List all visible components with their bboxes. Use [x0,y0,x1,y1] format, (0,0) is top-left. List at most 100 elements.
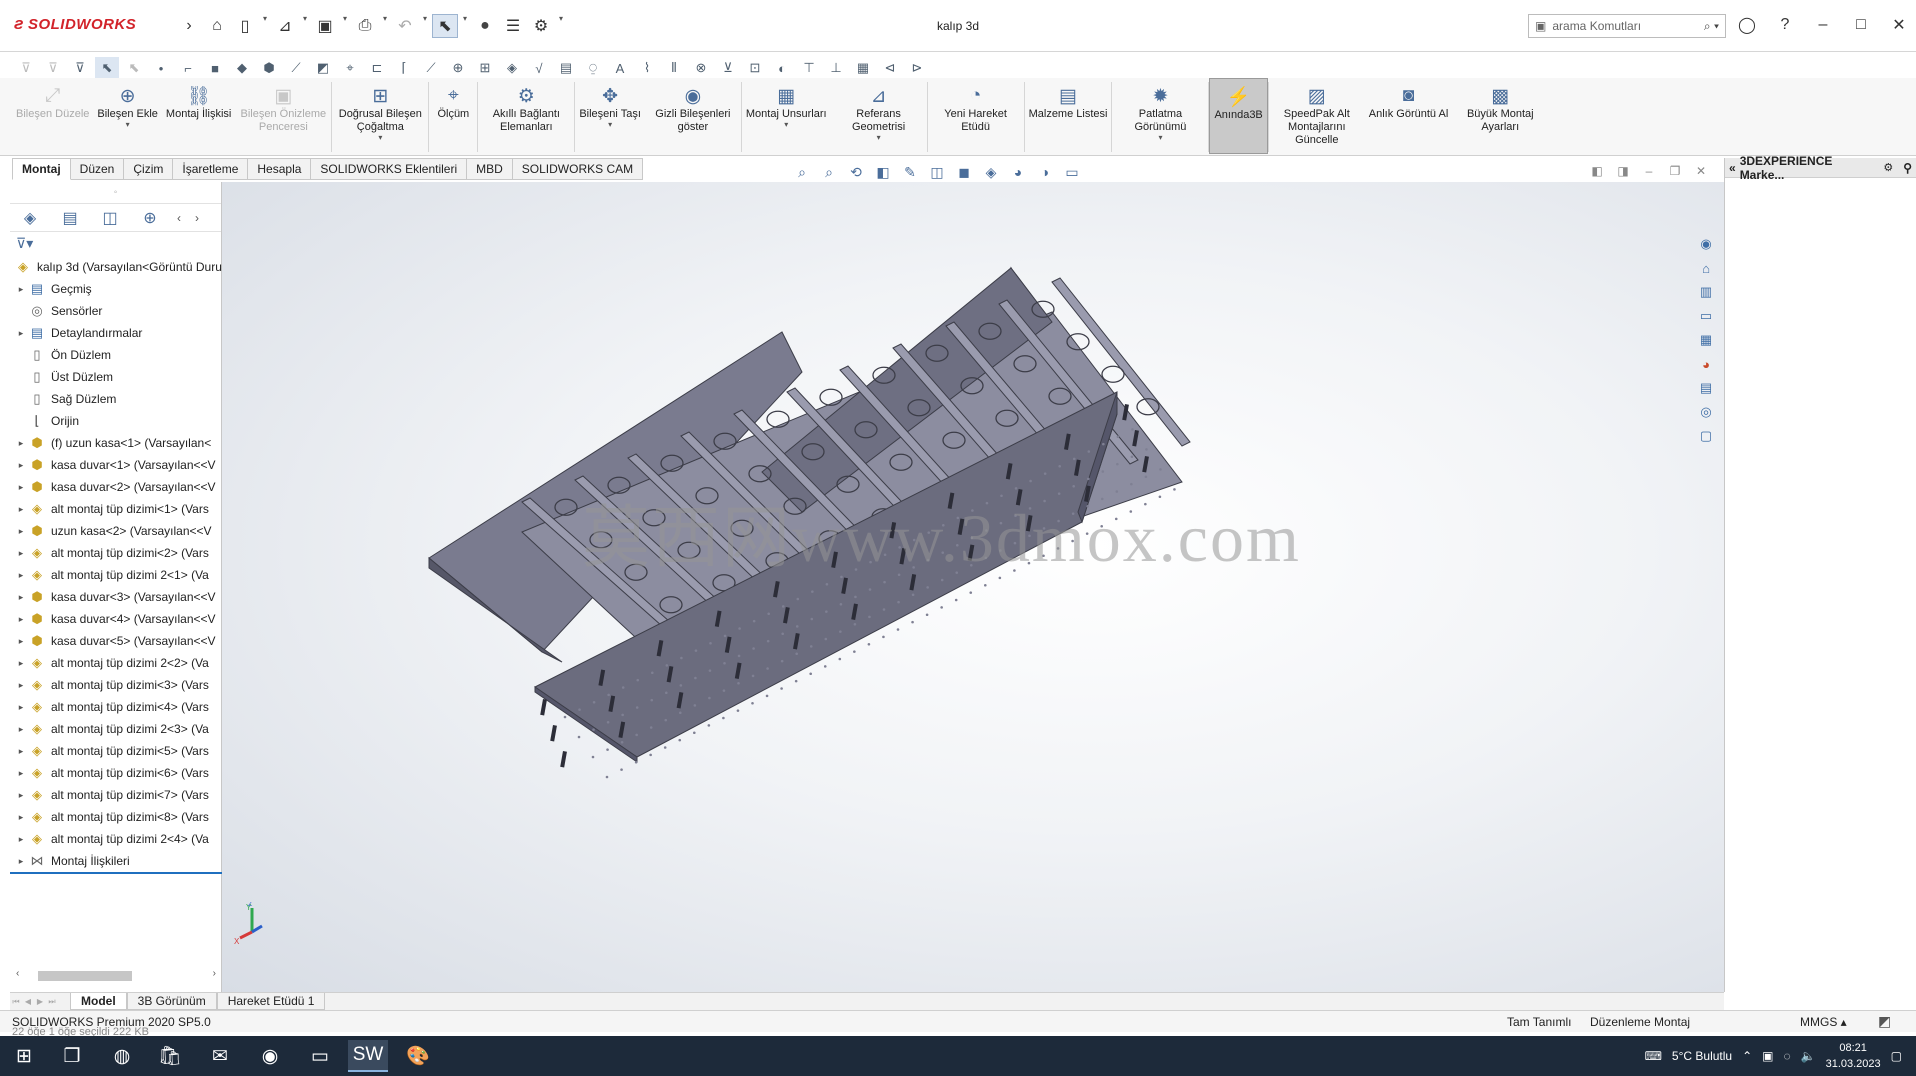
dynamic-annotation-icon[interactable]: ✎ [898,162,922,182]
expand-arrow-icon[interactable]: ▸ [14,570,28,581]
windows-start-icon[interactable]: ⊞ [4,1040,44,1072]
tree-item[interactable]: ▸ ⬢ uzun kasa<2> (Varsayılan<<V [10,520,222,542]
dimension-filter-icon[interactable]: ⊞ [473,57,497,79]
tree-item[interactable]: ▸ ▤ Geçmiş [10,278,222,300]
chevron-down-icon[interactable]: ▾ [1158,134,1162,142]
graphics-area[interactable]: 莫西网www.3dmox.com Y X Z [222,182,1724,992]
tree-item[interactable]: ▸ ◈ alt montaj tüp dizimi<7> (Vars [10,784,222,806]
datum-filter-icon[interactable]: A [608,57,632,79]
zoom-to-area-icon[interactable]: ⌕ [817,162,841,182]
tree-item[interactable]: ⌊ Orijin [10,410,222,432]
clear-filters-icon[interactable]: ⊳ [905,57,929,79]
search-commands[interactable]: ▣ arama Komutları ⌕ ▾ [1528,14,1726,38]
status-icon[interactable]: ◩ [1878,1013,1891,1030]
scrollbar-thumb[interactable] [38,971,132,981]
cmd-anında3b[interactable]: ⚡ Anında3B [1209,78,1268,154]
tree-item[interactable]: ▸ ⬢ kasa duvar<3> (Varsayılan<<V [10,586,222,608]
plane-filter-icon[interactable]: ◩ [311,57,335,79]
expand-arrow-icon[interactable]: ▸ [14,592,28,603]
tree-item[interactable]: ▸ ◈ alt montaj tüp dizimi 2<3> (Va [10,718,222,740]
block-filter-icon[interactable]: ⊥ [824,57,848,79]
tree-item[interactable]: ▸ ⬢ kasa duvar<5> (Varsayılan<<V [10,630,222,652]
help-icon[interactable]: ? [1768,10,1802,40]
meet-now-icon[interactable]: ▣ [1762,1049,1773,1063]
property-manager-tab-icon[interactable]: ▤ [50,205,90,231]
surface-filter-icon[interactable]: ◆ [230,57,254,79]
tree-item[interactable]: ▸ ◈ alt montaj tüp dizimi<6> (Vars [10,762,222,784]
expand-arrow-icon[interactable]: ▸ [14,636,28,647]
surface-finish-filter-icon[interactable]: ◈ [500,57,524,79]
expand-arrow-icon[interactable]: ▸ [14,482,28,493]
cosmetic-thread-filter-icon[interactable]: ⌇ [635,57,659,79]
tree-item[interactable]: ▸ ▤ Detaylandırmalar [10,322,222,344]
chrome-icon[interactable]: ◉ [250,1040,290,1072]
sketch-segment-filter-icon[interactable]: ⊏ [365,57,389,79]
face-filter-icon[interactable]: ■ [203,57,227,79]
close-button[interactable]: ✕ [1882,10,1916,40]
tab-1[interactable]: Düzen [70,158,125,180]
chevron-down-icon[interactable]: ▾ [877,134,881,142]
gear-icon[interactable]: ⚙ [1883,161,1893,174]
last-tab-icon[interactable]: ⏭ [46,997,58,1007]
next-tab-icon[interactable]: ▶ [34,997,46,1006]
mesh-filter-icon[interactable]: ◐ [770,57,794,79]
spot-weld-filter-icon[interactable]: ⊡ [743,57,767,79]
expand-arrow-icon[interactable]: ▸ [14,548,28,559]
cmd-patlatma-görünümü[interactable]: ✹ Patlatma Görünümü ▾ [1112,78,1208,154]
cmd-malzeme-listesi[interactable]: ▤ Malzeme Listesi [1025,78,1112,154]
filter-icon[interactable]: ⊽ [14,57,38,79]
file-explorer-icon[interactable]: ▭ [300,1040,340,1072]
cmd-gizli-bileşenleri-göster[interactable]: ◉ Gizli Bileşenleri göster [645,78,741,154]
expand-arrow-icon[interactable]: ▸ [14,768,28,779]
viewport-close-button[interactable]: ✕ [1692,162,1710,180]
axis-filter-icon[interactable]: ⟋ [284,57,308,79]
design-library-icon[interactable]: ▥ [1694,282,1718,302]
previous-tab-icon[interactable]: ◀ [22,997,34,1006]
hole-filter-icon[interactable]: ⊤ [797,57,821,79]
chevron-down-icon[interactable]: ▾ [608,121,612,129]
maximize-button[interactable]: □ [1844,10,1878,40]
select-other-icon[interactable]: ⬉ [122,57,146,79]
expand-arrow-icon[interactable]: ▸ [14,790,28,801]
tab-6[interactable]: MBD [467,158,513,180]
paint-icon[interactable]: 🎨 [398,1040,438,1072]
cmd-bileşen-ekle[interactable]: ⊕ Bileşen Ekle ▾ [93,78,162,154]
tree-item[interactable]: ▸ ◈ alt montaj tüp dizimi<1> (Vars [10,498,222,520]
display-style-icon[interactable]: ◼ [952,162,976,182]
tree-item[interactable]: ▸ ◈ alt montaj tüp dizimi 2<1> (Va [10,564,222,586]
viewport-minimize-button[interactable]: – [1640,162,1658,180]
tree-item[interactable]: ▸ ⬢ (f) uzun kasa<1> (Varsayılan< [10,432,222,454]
keyboard-icon[interactable]: ⌨ [1645,1049,1662,1063]
expand-arrow-icon[interactable]: ▸ [14,746,28,757]
tree-item[interactable]: ▸ ◈ alt montaj tüp dizimi 2<4> (Va [10,828,222,850]
task-pane-header[interactable]: « 3DEXPERIENCE Marke... ⚙ ⚲ [1725,154,1916,182]
chevron-up-icon[interactable]: ⌃ [1742,1049,1752,1063]
view-settings-icon[interactable]: ▭ [1060,162,1084,182]
cmd-doğrusal-bileşen-çoğaltma[interactable]: ⊞ Doğrusal Bileşen Çoğaltma ▾ [332,78,428,154]
assembly-model-3d[interactable] [222,182,1724,992]
cmd-bileşen-önizleme-penceresi[interactable]: ▣ Bileşen Önizleme Penceresi [235,78,331,154]
store-icon[interactable]: 🛍 [150,1040,190,1072]
tree-item[interactable]: ▸ ⬢ kasa duvar<4> (Varsayılan<<V [10,608,222,630]
expand-arrow-icon[interactable]: ▸ [14,328,28,339]
expand-arrow-icon[interactable]: ▸ [14,460,28,471]
weather-widget[interactable]: 5°C Bulutlu [1672,1049,1732,1063]
bottom-tab-2[interactable]: Hareket Etüdü 1 [216,993,326,1010]
feature-tree-tab-icon[interactable]: ◈ [10,205,50,231]
filter-select-icon[interactable]: ⊽ [68,57,92,79]
tree-item[interactable]: ▸ ◈ alt montaj tüp dizimi<8> (Vars [10,806,222,828]
tree-item[interactable]: ◎ Sensörler [10,300,222,322]
expand-arrow-icon[interactable]: ▸ [14,812,28,823]
minimize-button[interactable]: – [1806,10,1840,40]
tab-4[interactable]: Hesapla [248,158,312,180]
cmd-ölçüm[interactable]: ⌖ Ölçüm [429,78,477,154]
hide-show-items-icon[interactable]: ◈ [979,162,1003,182]
expand-arrow-icon[interactable]: ▸ [14,680,28,691]
expand-arrow-icon[interactable]: ▸ [14,614,28,625]
cmd-montaj-unsurları[interactable]: ▦ Montaj Unsurları ▾ [742,78,831,154]
filter-toggle-icon[interactable]: ⊽ [41,57,65,79]
cmd-speedpak-alt-montajlarını-güncelle[interactable]: ▨ SpeedPak Alt Montajlarını Güncelle [1269,78,1365,154]
file-explorer-icon[interactable]: ▭ [1694,306,1718,326]
chevron-down-icon[interactable]: ▾ [784,121,788,129]
expand-arrow-icon[interactable]: ▸ [14,724,28,735]
